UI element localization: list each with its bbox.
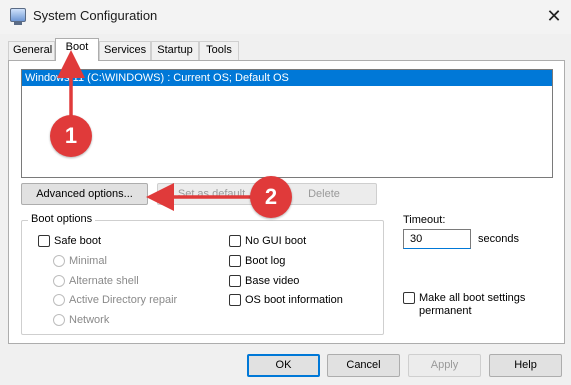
advanced-options-button[interactable]: Advanced options... [21, 183, 148, 205]
apply-button[interactable]: Apply [408, 354, 481, 377]
window-title: System Configuration [33, 8, 158, 23]
tab-boot[interactable]: Boot [55, 38, 99, 61]
minimal-label: Minimal [69, 255, 107, 267]
tab-services[interactable]: Services [99, 41, 151, 60]
safe-boot-label: Safe boot [54, 235, 102, 247]
alternate-shell-label: Alternate shell [69, 275, 139, 287]
active-directory-repair-label: Active Directory repair [69, 294, 178, 306]
boot-options-label: Boot options [28, 213, 96, 225]
make-permanent-checkbox[interactable] [403, 292, 415, 304]
no-gui-boot-checkbox[interactable] [229, 235, 241, 247]
close-button[interactable]: ✕ [540, 3, 568, 29]
make-permanent-label: Make all boot settings permanent [419, 292, 526, 317]
os-boot-information-label: OS boot information [245, 294, 343, 306]
boot-log-label: Boot log [245, 255, 286, 267]
network-radio[interactable] [53, 314, 65, 326]
alternate-shell-radio[interactable] [53, 275, 65, 287]
ok-button[interactable]: OK [247, 354, 320, 377]
timeout-unit-label: seconds [478, 233, 519, 245]
system-configuration-icon [10, 8, 26, 25]
network-label: Network [69, 314, 110, 326]
tab-startup[interactable]: Startup [151, 41, 199, 60]
no-gui-boot-label: No GUI boot [245, 235, 307, 247]
boot-log-checkbox[interactable] [229, 255, 241, 267]
annotation-badge-2: 2 [250, 176, 292, 218]
timeout-label: Timeout: [403, 214, 446, 226]
timeout-input[interactable]: 30 [403, 229, 471, 249]
annotation-badge-1: 1 [50, 115, 92, 157]
tab-tools[interactable]: Tools [199, 41, 239, 60]
minimal-radio[interactable] [53, 255, 65, 267]
base-video-label: Base video [245, 275, 300, 287]
safe-boot-checkbox[interactable] [38, 235, 50, 247]
help-button[interactable]: Help [489, 354, 562, 377]
active-directory-repair-radio[interactable] [53, 294, 65, 306]
os-boot-information-checkbox[interactable] [229, 294, 241, 306]
tab-general[interactable]: General [8, 41, 55, 60]
os-list-item[interactable]: Windows 11 (C:\WINDOWS) : Current OS; De… [22, 70, 552, 86]
cancel-button[interactable]: Cancel [327, 354, 400, 377]
base-video-checkbox[interactable] [229, 275, 241, 287]
